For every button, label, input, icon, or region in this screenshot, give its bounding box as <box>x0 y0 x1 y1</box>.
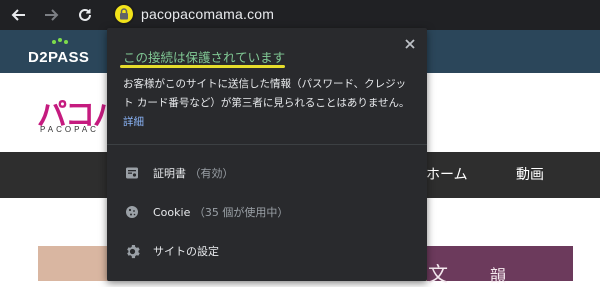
certificate-icon <box>123 164 141 182</box>
forward-arrow-icon[interactable] <box>40 4 62 26</box>
description-text: お客様がこのサイトに送信した情報（パスワード、クレジット カード番号など）が第三… <box>123 78 410 109</box>
site-settings-row[interactable]: サイトの設定 <box>107 233 427 269</box>
cookie-row[interactable]: Cookie （35 個が使用中） <box>107 194 427 230</box>
details-link[interactable]: 詳細 <box>123 116 144 128</box>
cookie-label: Cookie （35 個が使用中） <box>153 204 288 220</box>
banner-text: 文 <box>428 262 448 286</box>
lock-icon <box>120 8 128 20</box>
connection-secure-title: この接続は保護されています <box>123 50 286 65</box>
highlight-underline <box>120 65 285 68</box>
address-bar-url[interactable]: pacopacomama.com <box>141 6 274 22</box>
cookie-icon <box>123 203 141 221</box>
connection-description: お客様がこのサイトに送信した情報（パスワード、クレジット カード番号など）が第三… <box>123 75 413 132</box>
pacopacomama-logo-subtext: PACOPAC <box>40 125 99 134</box>
d2pass-logo[interactable]: D2PASS <box>28 49 89 66</box>
certificate-row[interactable]: 証明書 （有効） <box>107 155 427 191</box>
d2pass-dots <box>52 38 72 46</box>
reload-icon[interactable] <box>74 4 96 26</box>
certificate-label: 証明書 （有効） <box>153 165 234 181</box>
back-arrow-icon[interactable] <box>8 4 30 26</box>
site-settings-label: サイトの設定 <box>153 245 219 258</box>
nav-home-link[interactable]: ホーム <box>426 164 468 184</box>
close-icon[interactable] <box>401 35 419 53</box>
certificate-status: （有効） <box>189 167 234 180</box>
divider <box>107 144 427 145</box>
cookie-count: （35 個が使用中） <box>193 206 289 219</box>
nav-video-link[interactable]: 動画 <box>516 164 544 184</box>
gear-icon <box>123 242 141 260</box>
cookie-text: Cookie <box>153 206 191 219</box>
certificate-text: 証明書 <box>153 167 186 180</box>
site-info-button[interactable] <box>113 3 135 25</box>
banner-text: 韻 <box>490 266 507 285</box>
